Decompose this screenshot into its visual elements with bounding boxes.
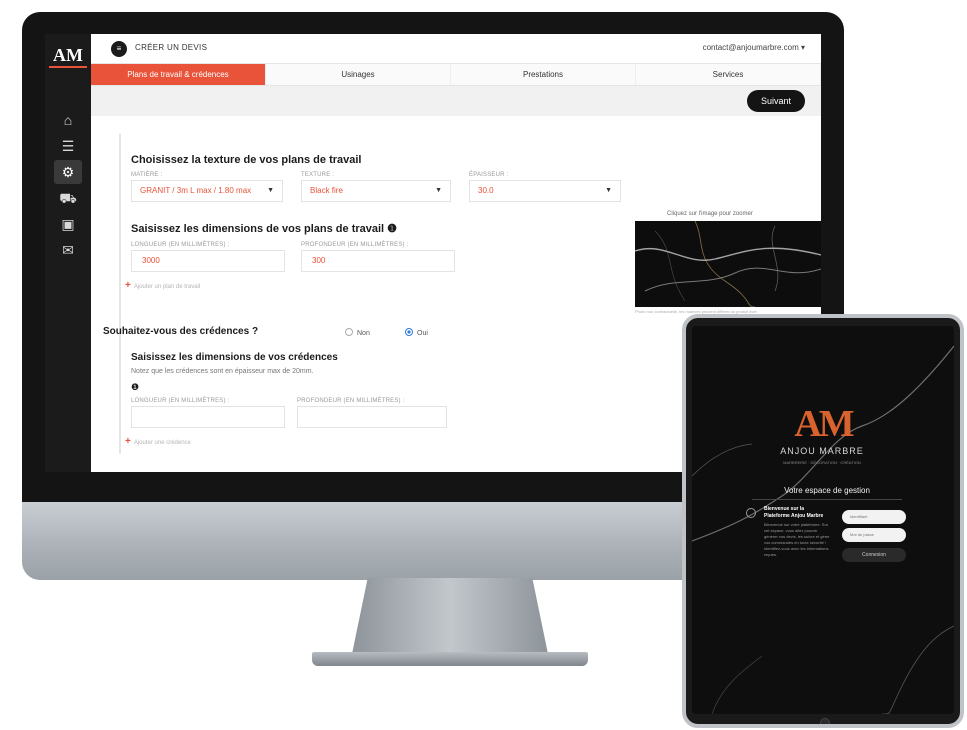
marble-texture-image[interactable]	[635, 221, 821, 307]
user-menu[interactable]: contact@anjoumarbre.com ▾	[703, 43, 805, 52]
next-button[interactable]: Suivant	[747, 90, 805, 112]
sidebar: AM ⌂ ☰ ⚙ ⛟ ▣ ✉	[45, 34, 91, 472]
texture-label: TEXTURE :	[301, 172, 335, 178]
toolbar: Suivant	[91, 86, 821, 116]
chevron-down-icon: ▼	[605, 187, 612, 194]
chat-icon[interactable]: ✉	[54, 238, 82, 262]
thickness-label: ÉPAISSEUR :	[469, 172, 509, 178]
settings-icon[interactable]: ⚙	[54, 160, 82, 184]
material-value: GRANIT / 3m L max / 1.80 max	[140, 186, 252, 195]
texture-title: Choisissez la texture de vos plans de tr…	[131, 154, 362, 166]
tablet-device: AM ANJOU MARBRE MARBRERIE · DÉCORATION ·…	[682, 314, 964, 728]
id-card-icon[interactable]: ▣	[54, 212, 82, 236]
tablet-welcome-title: Bienvenue sur la Plateforme Anjou Marbre	[764, 506, 830, 520]
radio-yes[interactable]: Oui	[405, 328, 428, 337]
user-circle-icon	[746, 508, 756, 518]
radio-no-circle	[345, 328, 353, 336]
credence-depth-input[interactable]	[297, 406, 447, 428]
radio-no[interactable]: Non	[345, 328, 370, 337]
info-icon[interactable]: ❶	[131, 382, 139, 393]
tab-services-provided[interactable]: Prestations	[451, 64, 636, 85]
tab-worktops[interactable]: Plans de travail & crédences	[91, 64, 266, 85]
credence-question: Souhaitez-vous des crédences ?	[103, 326, 259, 337]
home-icon[interactable]: ⌂	[54, 108, 82, 132]
tablet-brand-name: ANJOU MARBRE	[780, 446, 864, 456]
material-select[interactable]: GRANIT / 3m L max / 1.80 max ▼	[131, 180, 283, 202]
add-worktop-label: Ajouter un plan de travail	[133, 284, 201, 290]
dimensions-title: Saisissez les dimensions de vos plans de…	[131, 223, 398, 235]
tablet-welcome-text: Bienvenue sur la Plateforme Anjou Marbre	[764, 506, 824, 519]
tablet-heading: Votre espace de gestion	[752, 486, 902, 500]
login-password-input[interactable]: Mot de passe	[842, 528, 906, 542]
tablet-marble-background	[692, 326, 954, 714]
add-credence-label: Ajouter une crédence	[133, 440, 191, 446]
create-quote-icon[interactable]: ≡	[111, 41, 127, 57]
credence-length-label: LONGUEUR (en millimètres) :	[131, 398, 230, 404]
texture-value: Black fire	[310, 186, 343, 195]
plus-icon: +	[125, 436, 131, 447]
credence-length-input[interactable]	[131, 406, 285, 428]
monitor-stand	[352, 578, 548, 654]
radio-yes-circle	[405, 328, 413, 336]
tablet-welcome-description: Bienvenue sur votre plateforme. Sur cet …	[764, 522, 830, 557]
tablet-logo: AM	[794, 403, 854, 445]
app-logo[interactable]: AM	[49, 42, 87, 68]
monitor-stand-base	[312, 652, 588, 666]
plus-icon: +	[125, 280, 131, 291]
add-credence-link[interactable]: + Ajouter une crédence	[125, 436, 191, 447]
chevron-down-icon: ▼	[435, 187, 442, 194]
login-button[interactable]: Connexion	[842, 548, 906, 562]
depth-input[interactable]: 300	[301, 250, 455, 272]
material-label: MATIÈRE :	[131, 172, 163, 178]
tab-services[interactable]: Services	[636, 64, 821, 85]
zoom-caption: Cliquez sur l'image pour zoomer	[667, 211, 753, 217]
marble-veins	[635, 221, 821, 307]
credence-title: Saisissez les dimensions de vos crédence…	[131, 352, 338, 363]
credence-depth-label: PROFONDEUR (en millimètres) :	[297, 398, 405, 404]
tablet-brand-subtitle: MARBRERIE · DÉCORATION · CRÉATION	[783, 460, 861, 465]
chevron-down-icon: ▼	[267, 187, 274, 194]
thickness-value: 30.0	[478, 186, 494, 195]
truck-icon[interactable]: ⛟	[54, 186, 82, 210]
section-rail	[119, 134, 121, 454]
tablet-home-button[interactable]	[820, 718, 830, 724]
texture-select[interactable]: Black fire ▼	[301, 180, 451, 202]
tab-machining[interactable]: Usinages	[266, 64, 451, 85]
login-username-input[interactable]: Identifiant	[842, 510, 906, 524]
add-worktop-link[interactable]: + Ajouter un plan de travail	[125, 280, 200, 291]
tablet-screen: AM ANJOU MARBRE MARBRERIE · DÉCORATION ·…	[692, 326, 954, 714]
depth-label: PROFONDEUR (en millimètres) :	[301, 242, 409, 248]
radio-no-label: Non	[357, 330, 370, 337]
top-bar: ≡ CRÉER UN DEVIS contact@anjoumarbre.com…	[91, 34, 821, 64]
list-icon[interactable]: ☰	[54, 134, 82, 158]
radio-yes-label: Oui	[417, 330, 428, 337]
create-quote-label[interactable]: CRÉER UN DEVIS	[135, 43, 207, 52]
length-input[interactable]: 3000	[131, 250, 285, 272]
credence-note: Notez que les crédences sont en épaisseu…	[131, 368, 314, 375]
tab-bar: Plans de travail & crédences Usinages Pr…	[91, 64, 821, 86]
length-label: LONGUEUR (en millimètres) :	[131, 242, 230, 248]
thickness-select[interactable]: 30.0 ▼	[469, 180, 621, 202]
